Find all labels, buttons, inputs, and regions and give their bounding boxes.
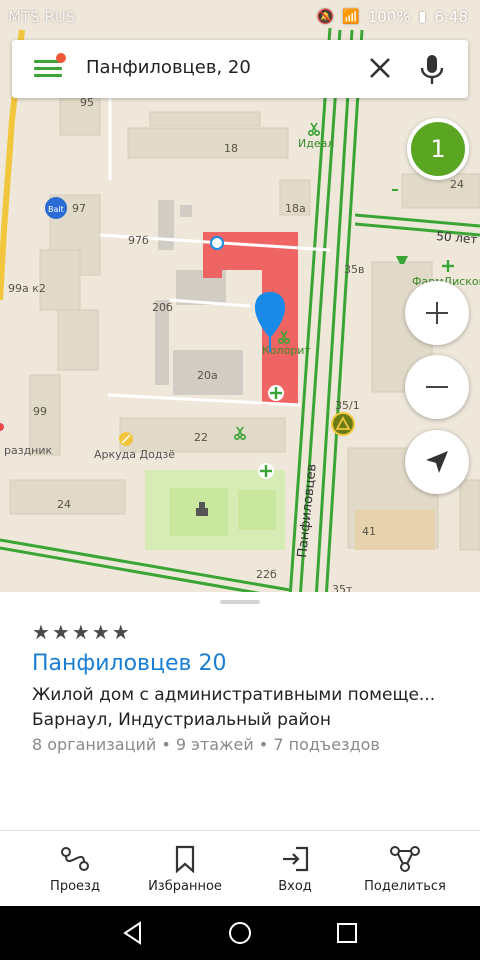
favorites-button[interactable]: Избранное — [130, 845, 240, 894]
share-label: Поделиться — [364, 879, 446, 894]
recents-icon[interactable] — [334, 920, 360, 946]
bus-stop-icon[interactable] — [331, 412, 355, 436]
route-label: Проезд — [50, 879, 100, 894]
place-title: Панфиловцев 20 — [32, 651, 227, 676]
menu-icon[interactable] — [34, 53, 66, 80]
pharmacy-plus-icon[interactable] — [258, 463, 274, 479]
share-button[interactable]: Поделиться — [350, 845, 460, 894]
house-number: 20а — [197, 369, 218, 382]
house-number: 24 — [450, 178, 464, 191]
poi-label-prazdnik[interactable]: раздник — [4, 444, 53, 457]
search-input[interactable]: Панфиловцев, 20 — [86, 57, 251, 78]
my-location-button[interactable] — [405, 430, 469, 494]
notification-dot — [56, 53, 66, 63]
dance-studio-icon[interactable] — [119, 432, 133, 446]
minus-icon — [426, 386, 448, 388]
house-number: 22 — [194, 431, 208, 444]
system-nav-bar — [0, 906, 480, 960]
sign-in-icon — [283, 846, 309, 872]
house-number: 35/1 — [335, 399, 360, 412]
share-icon — [390, 846, 420, 872]
house-number: 24 — [57, 498, 71, 511]
route-button[interactable]: Проезд — [20, 845, 130, 894]
favorites-label: Избранное — [148, 879, 222, 894]
bookmark-icon — [175, 845, 195, 873]
status-bar: MTS RUS 🔕 📶 100% ▮ 6:48 — [0, 0, 480, 32]
battery-percent: 100% — [367, 8, 411, 26]
back-icon[interactable] — [120, 920, 146, 946]
entrance-marker[interactable] — [210, 236, 224, 250]
zoom-in-button[interactable] — [405, 281, 469, 345]
place-description: Жилой дом с административными помеще... — [32, 685, 436, 705]
home-icon[interactable] — [227, 920, 253, 946]
place-location: Барнаул, Индустриальный район — [32, 710, 331, 730]
poi-label-arkuda[interactable]: Аркуда Додзё — [94, 448, 175, 461]
house-number: 97 — [72, 202, 86, 215]
house-number: 99 — [33, 405, 47, 418]
place-meta: 8 организаций • 9 этажей • 7 подъездов — [32, 735, 380, 754]
route-icon — [61, 847, 89, 871]
search-bar[interactable]: Панфиловцев, 20 — [12, 40, 468, 98]
zoom-out-button[interactable] — [405, 355, 469, 419]
wifi-icon: 📶 — [342, 9, 360, 25]
carrier-label: MTS RUS — [8, 8, 76, 26]
battery-icon: ▮ — [418, 9, 427, 25]
sheet-handle[interactable] — [220, 600, 260, 604]
entrance-button[interactable]: Вход — [240, 845, 350, 894]
house-number: 20б — [152, 301, 173, 314]
house-number: 97б — [128, 234, 149, 247]
balt-brand-icon[interactable]: Balt — [45, 197, 67, 219]
house-number: 22б — [256, 568, 277, 581]
house-number: 35в — [344, 263, 364, 276]
entrance-label: Вход — [278, 879, 312, 894]
microphone-icon[interactable] — [416, 52, 448, 86]
rating-stars[interactable]: ★★★★★ — [32, 620, 132, 644]
house-number: 41 — [362, 525, 376, 538]
svg-text:Balt: Balt — [48, 205, 64, 214]
navigation-arrow-icon — [426, 451, 448, 473]
pharmacy-plus-icon[interactable] — [268, 385, 284, 401]
poi-label-ideal[interactable]: Идеал — [298, 137, 334, 150]
map-view[interactable]: 95 18 97 18а 97б 99а к2 20б 20а 99 22 24… — [0, 0, 480, 600]
close-icon[interactable] — [366, 54, 394, 82]
clock: 6:48 — [434, 8, 468, 26]
result-count-badge[interactable]: 1 — [407, 118, 469, 180]
house-number: 18а — [285, 202, 306, 215]
mute-icon: 🔕 — [316, 9, 335, 25]
house-number: 18 — [224, 142, 238, 155]
plus-icon — [426, 302, 448, 324]
action-bar: Проезд Избранное Вход Поделиться — [0, 830, 480, 906]
house-number: 99а к2 — [8, 282, 46, 295]
